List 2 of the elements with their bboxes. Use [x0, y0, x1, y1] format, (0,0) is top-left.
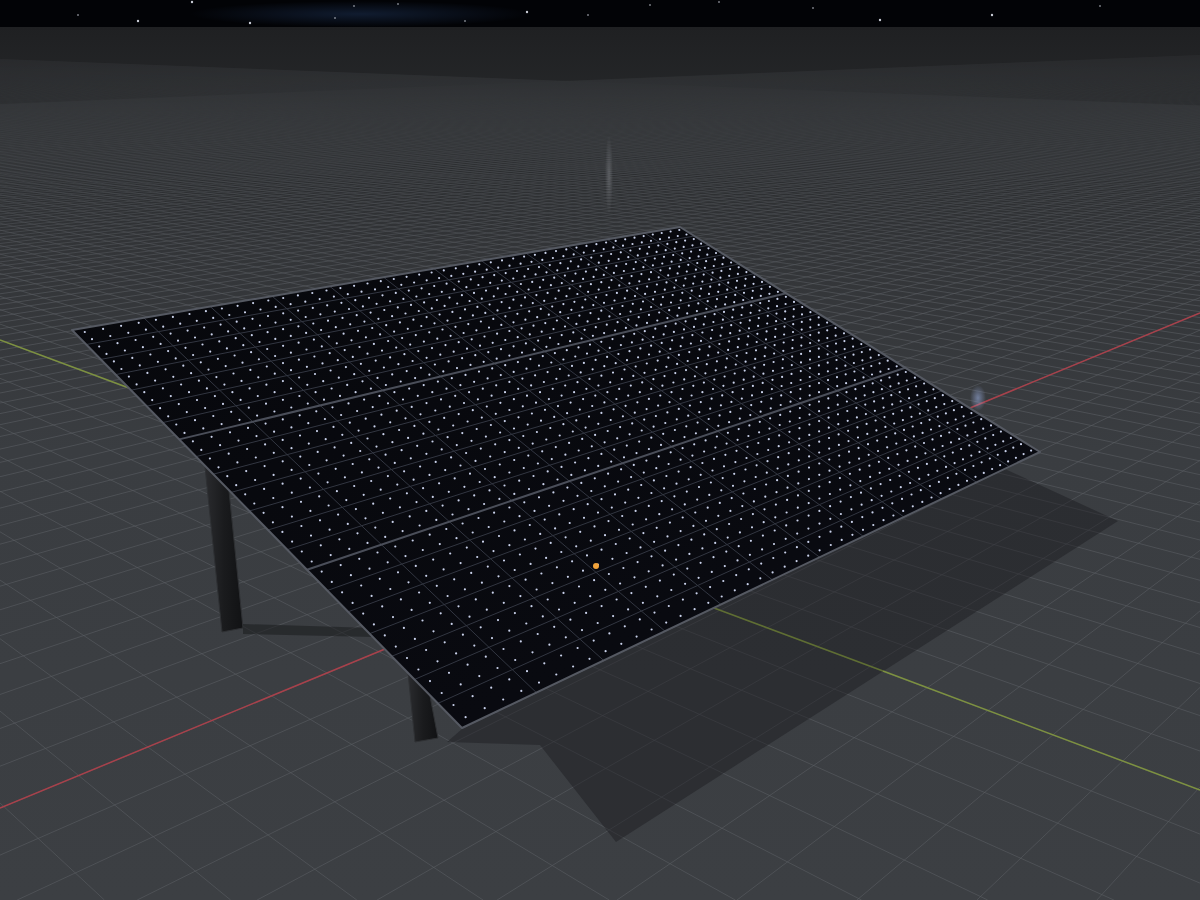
support-post	[407, 672, 439, 743]
light-glare-drawing	[970, 385, 986, 411]
